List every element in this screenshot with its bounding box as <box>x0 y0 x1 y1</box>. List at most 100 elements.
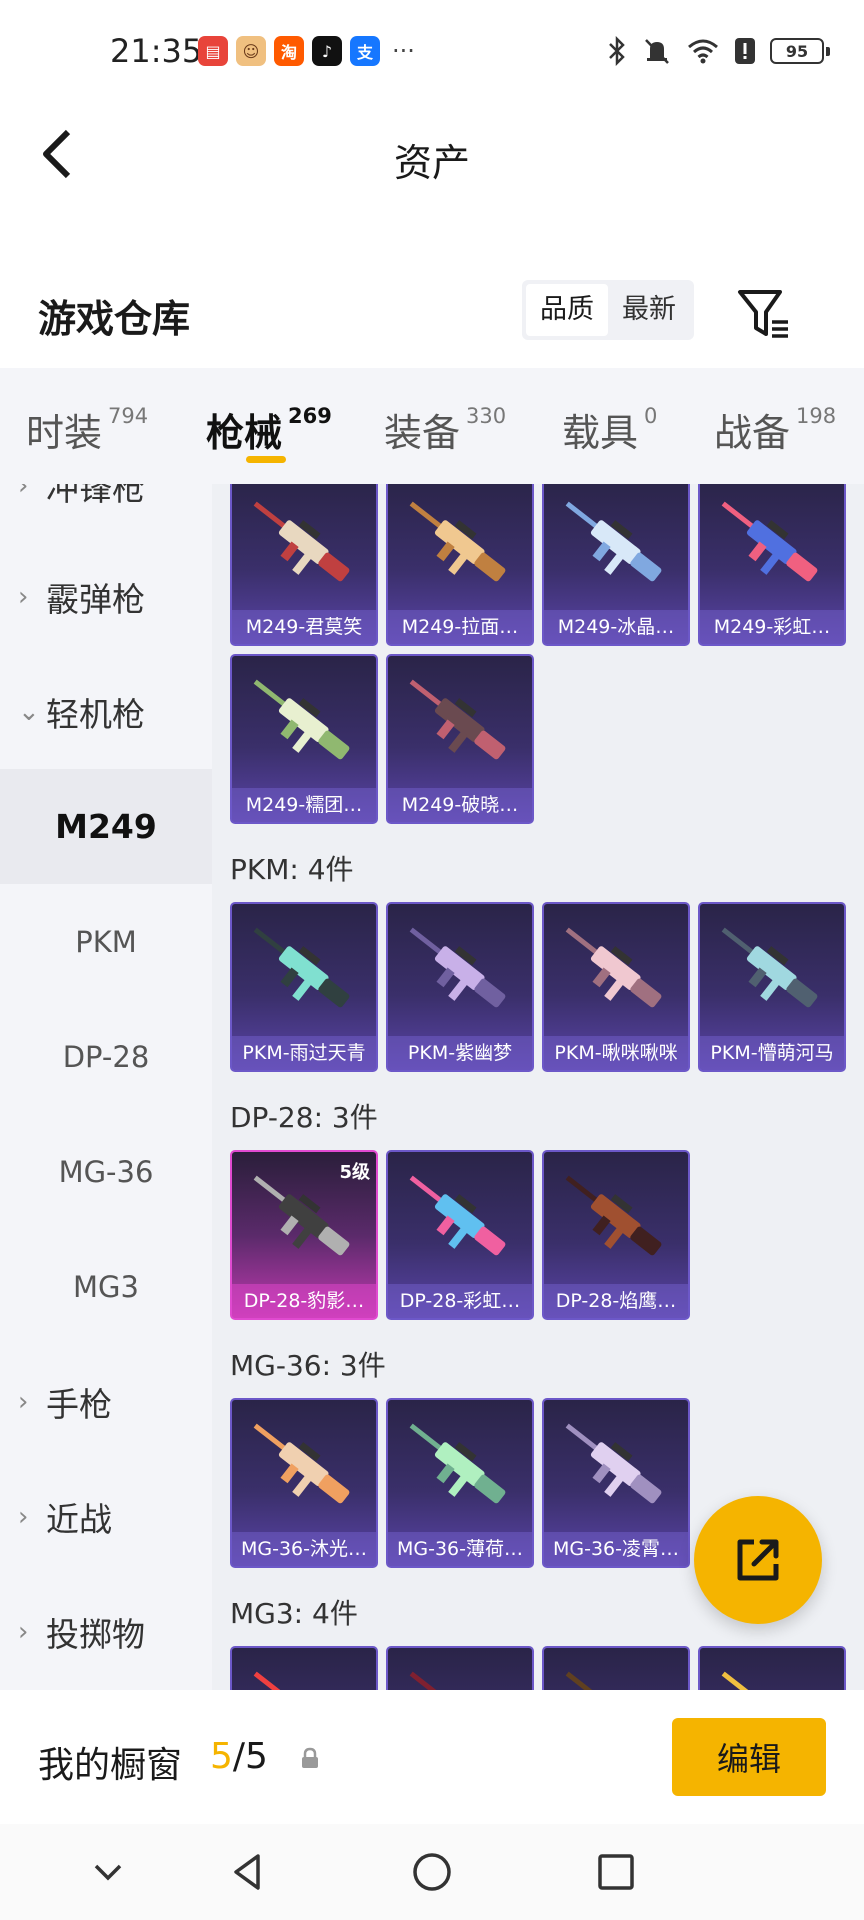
skin-card[interactable]: PKM-雨过天青 <box>230 902 378 1072</box>
skin-level-badge: 5级 <box>339 1162 370 1183</box>
share-button[interactable] <box>694 1496 822 1624</box>
tab-count: 0 <box>644 404 658 428</box>
tab-count: 330 <box>466 404 507 428</box>
skin-name: DP-28-焰鹰… <box>544 1284 688 1318</box>
sidebar-item-smg[interactable]: › 冲锋枪 <box>0 484 212 543</box>
skin-card[interactable]: MG-36-沐光… <box>230 1398 378 1568</box>
alipay-icon: 支 <box>350 36 380 66</box>
gun-skin-image <box>409 679 506 760</box>
skin-card[interactable]: M249-糯团… <box>230 654 378 824</box>
nav-back-icon[interactable] <box>224 1848 272 1896</box>
sidebar-item-melee[interactable]: › 近战 <box>0 1459 212 1574</box>
sidebar-item-pistol[interactable]: › 手枪 <box>0 1344 212 1459</box>
tab-vehicles[interactable]: 载具 0 <box>562 402 657 457</box>
mute-icon <box>645 39 669 64</box>
sidebar-item-mg3[interactable]: MG3 <box>0 1229 212 1344</box>
tab-guns[interactable]: 枪械 269 <box>206 402 332 457</box>
gun-skin-image <box>565 1175 662 1256</box>
status-time: 21:35 <box>110 32 203 70</box>
skin-card[interactable]: PKM-懵萌河马 <box>698 902 846 1072</box>
skin-card[interactable]: 5级 DP-28-豹影… <box>230 1150 378 1320</box>
skin-card[interactable]: DP-28-彩虹… <box>386 1150 534 1320</box>
gun-skin-image <box>253 1175 350 1256</box>
skin-card[interactable]: MG-36-凌霄… <box>542 1398 690 1568</box>
skin-name: M249-破晓… <box>388 788 532 822</box>
share-icon <box>737 1539 779 1581</box>
sidebar-item-shotgun[interactable]: › 霰弹枪 <box>0 539 212 654</box>
skin-card[interactable]: M249-君莫笑 <box>230 484 378 646</box>
collapse-chevron-icon[interactable] <box>84 1848 132 1896</box>
sidebar-item-pkm[interactable]: PKM <box>0 884 212 999</box>
tab-fashion[interactable]: 时装 794 <box>26 402 148 457</box>
sidebar-item-label: 轻机枪 <box>46 694 145 734</box>
skin-name: MG-36-凌霄… <box>544 1532 688 1566</box>
tab-label: 时装 <box>26 411 103 455</box>
warehouse-header: 游戏仓库 品质 最新 <box>0 260 864 360</box>
chevron-right-icon: › <box>18 484 29 501</box>
skin-name: DP-28-豹影… <box>232 1284 376 1318</box>
status-right: 95 <box>606 36 830 66</box>
gun-skin-image <box>253 501 350 582</box>
nav-recents-icon[interactable] <box>592 1848 640 1896</box>
gun-skin-image <box>409 501 506 582</box>
gun-skin-image <box>565 1423 662 1504</box>
skin-card[interactable] <box>698 1646 846 1690</box>
skin-card[interactable] <box>386 1646 534 1690</box>
gun-skin-image <box>253 1423 350 1504</box>
gun-skin-image <box>253 679 350 760</box>
skin-name: MG-36-沐光… <box>232 1532 376 1566</box>
sidebar-item-mg36[interactable]: MG-36 <box>0 1114 212 1229</box>
filter-icon <box>738 290 788 338</box>
app-header: 资产 <box>0 104 864 204</box>
group-label-pkm: PKM: 4件 <box>230 853 354 886</box>
page-title: 资产 <box>393 141 470 185</box>
sidebar-item-lmg[interactable]: ⌄ 轻机枪 <box>0 654 212 769</box>
filter-button[interactable] <box>734 284 794 344</box>
gun-skin-image <box>721 927 818 1008</box>
lock-icon <box>302 1747 318 1768</box>
gun-skin-image <box>253 927 350 1008</box>
nav-home-icon[interactable] <box>408 1848 456 1896</box>
skin-name: PKM-懵萌河马 <box>700 1036 844 1070</box>
tiktok-icon: ♪ <box>312 36 342 66</box>
skin-card[interactable]: M249-彩虹… <box>698 484 846 646</box>
skin-card[interactable]: M249-破晓… <box>386 654 534 824</box>
gun-skin-image <box>409 1175 506 1256</box>
chevron-right-icon: › <box>18 1386 29 1417</box>
skin-card[interactable]: M249-拉面… <box>386 484 534 646</box>
tab-equipment[interactable]: 装备 330 <box>384 402 506 457</box>
showcase-count: 5/5 <box>210 1736 268 1777</box>
chevron-down-icon: ⌄ <box>18 696 40 727</box>
sort-newest-button[interactable]: 最新 <box>608 284 690 336</box>
gun-skin-image <box>565 501 662 582</box>
sidebar-item-throwables[interactable]: › 投掷物 <box>0 1574 212 1689</box>
skin-name: PKM-啾咪啾咪 <box>544 1036 688 1070</box>
tab-label: 枪械 <box>206 411 283 455</box>
skin-card[interactable]: PKM-啾咪啾咪 <box>542 902 690 1072</box>
gun-skin-image <box>409 1423 506 1504</box>
battery-icon: 95 <box>770 38 830 64</box>
sidebar-item-label: 投掷物 <box>46 1614 145 1654</box>
status-bar: 21:35 ▤ ☺ 淘 ♪ 支 ··· 95 <box>0 0 864 104</box>
skin-card[interactable]: PKM-紫幽梦 <box>386 902 534 1072</box>
tab-label: 装备 <box>384 411 461 455</box>
taobao-icon: 淘 <box>274 36 304 66</box>
skin-card[interactable] <box>230 1646 378 1690</box>
gun-skin-image <box>409 1671 445 1690</box>
skin-card[interactable]: M249-冰晶… <box>542 484 690 646</box>
sidebar-item-dp28[interactable]: DP-28 <box>0 999 212 1114</box>
gun-skin-image <box>721 501 818 582</box>
skin-name: M249-糯团… <box>232 788 376 822</box>
skin-card[interactable]: DP-28-焰鹰… <box>542 1150 690 1320</box>
tab-supplies[interactable]: 战备 198 <box>714 402 836 457</box>
skin-name: M249-拉面… <box>388 610 532 644</box>
skin-name: M249-冰晶… <box>544 610 688 644</box>
sort-quality-button[interactable]: 品质 <box>526 284 608 336</box>
edit-button[interactable]: 编辑 <box>672 1718 826 1796</box>
skin-card[interactable] <box>542 1646 690 1690</box>
bluetooth-icon <box>609 36 625 66</box>
avatar-app-icon: ☺ <box>236 36 266 66</box>
skin-card[interactable]: MG-36-薄荷… <box>386 1398 534 1568</box>
sidebar-item-m249[interactable]: M249 <box>0 769 212 884</box>
skin-name: PKM-雨过天青 <box>232 1036 376 1070</box>
